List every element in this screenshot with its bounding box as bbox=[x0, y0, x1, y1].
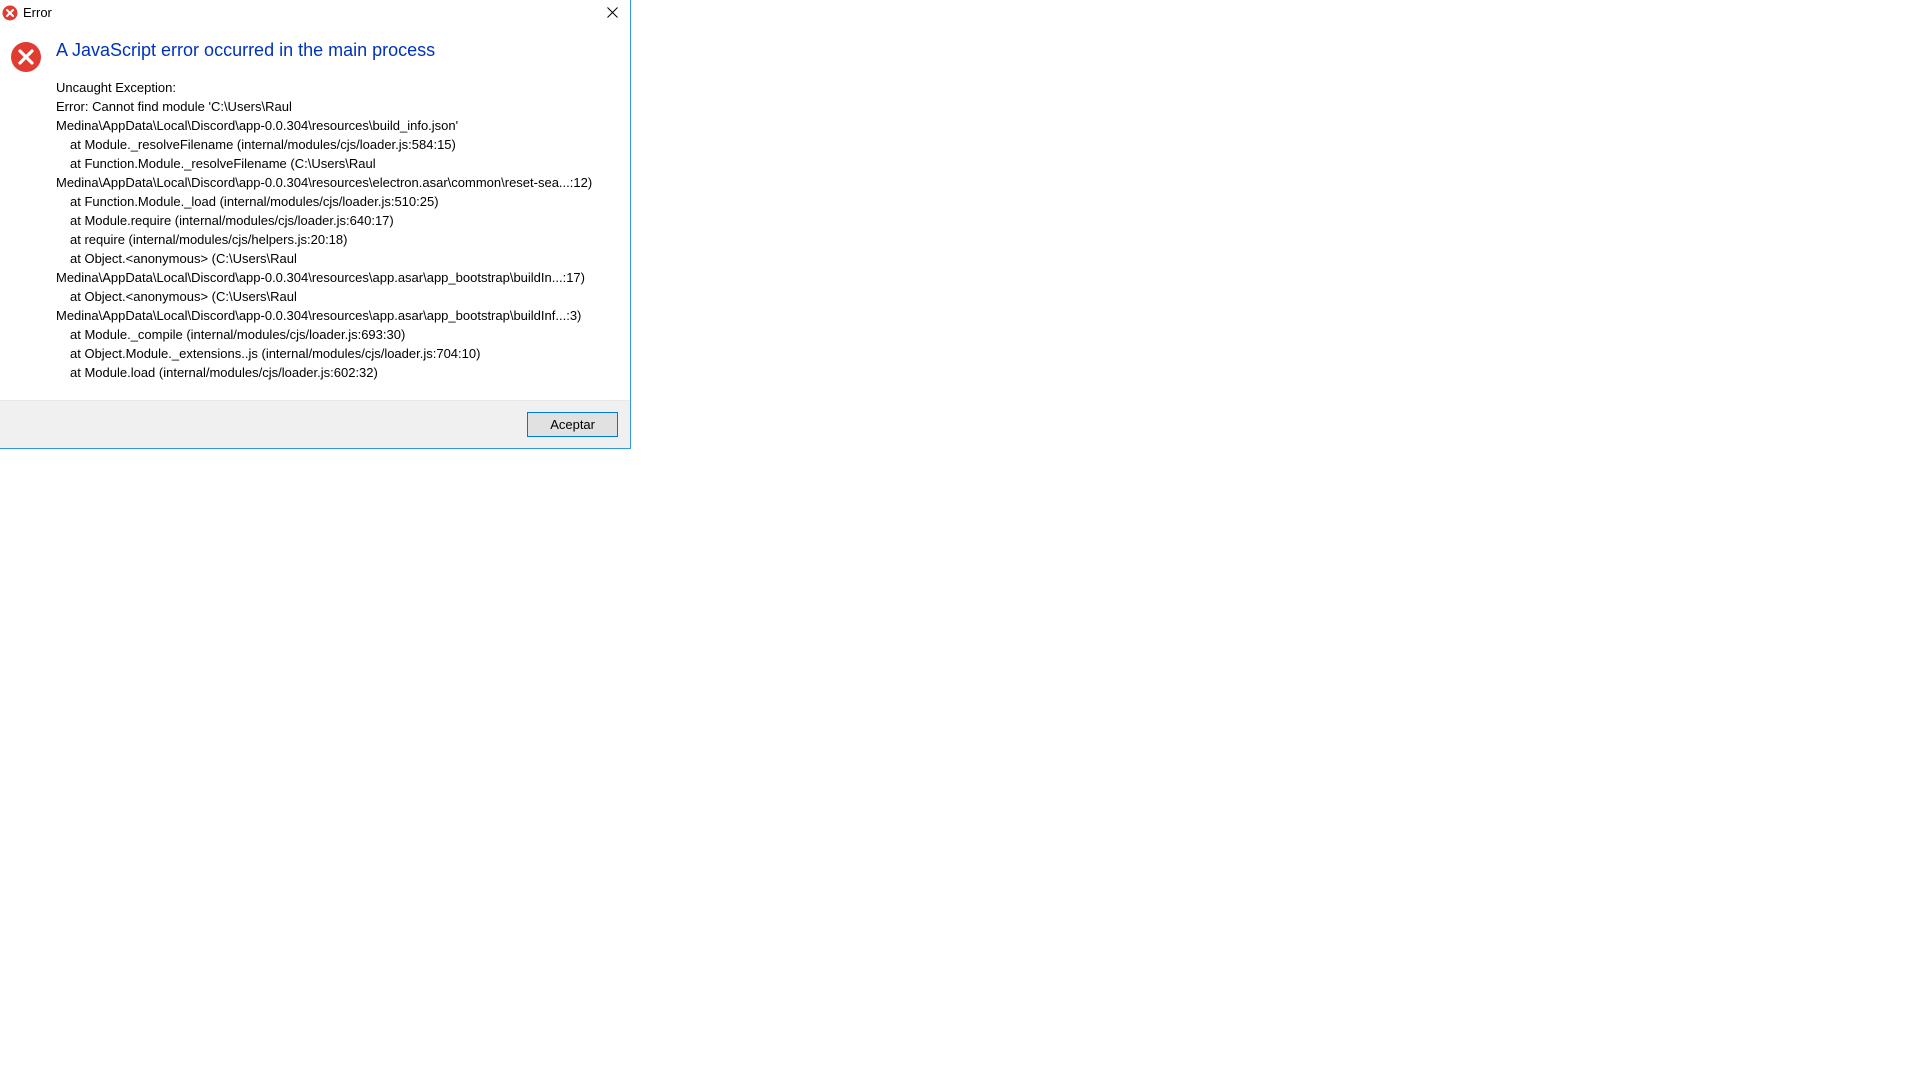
dialog-message: Uncaught Exception:Error: Cannot find mo… bbox=[56, 78, 620, 382]
dialog-body: A JavaScript error occurred in the main … bbox=[0, 25, 630, 400]
close-icon bbox=[607, 7, 618, 18]
close-button[interactable] bbox=[598, 3, 626, 23]
titlebar: Error bbox=[0, 0, 630, 25]
titlebar-title: Error bbox=[23, 5, 598, 20]
dialog-content: A JavaScript error occurred in the main … bbox=[46, 39, 620, 382]
dialog-heading: A JavaScript error occurred in the main … bbox=[56, 39, 620, 62]
error-icon bbox=[2, 5, 18, 21]
accept-button[interactable]: Aceptar bbox=[527, 412, 618, 437]
error-dialog: Error A JavaScript error occurred in the… bbox=[0, 0, 631, 449]
dialog-footer: Aceptar bbox=[0, 400, 630, 448]
error-large-icon bbox=[10, 39, 46, 382]
